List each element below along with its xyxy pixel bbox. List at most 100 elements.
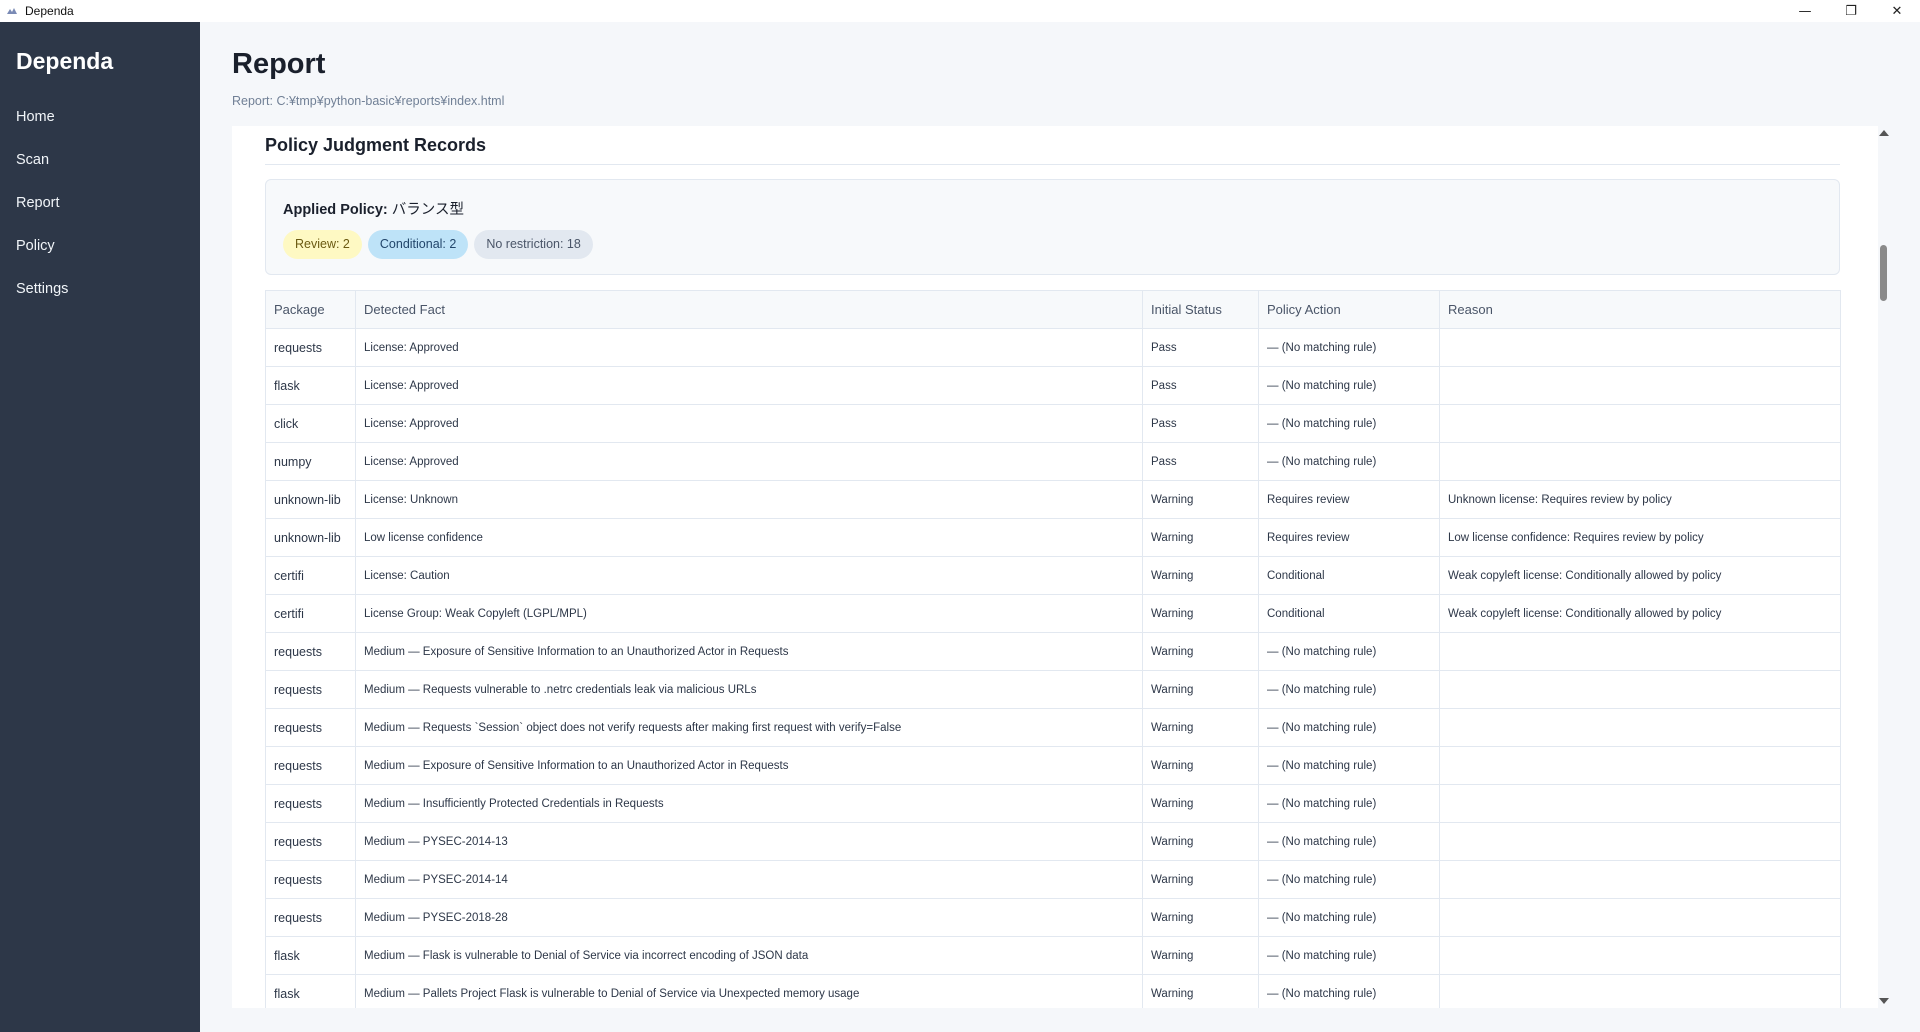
cell-reason: Weak copyleft license: Conditionally all… [1439, 556, 1841, 595]
maximize-button[interactable]: ❐ [1828, 0, 1874, 22]
sidebar-item-home[interactable]: Home [0, 96, 200, 139]
cell-reason [1439, 860, 1841, 899]
cell-initial-status: Warning [1142, 518, 1259, 557]
cell-reason: Unknown license: Requires review by poli… [1439, 480, 1841, 519]
page-title: Report [232, 48, 326, 80]
cell-package: requests [265, 708, 356, 747]
applied-policy: Applied Policy: バランス型 [283, 198, 464, 219]
cell-package: click [265, 404, 356, 443]
report-path: Report: C:¥tmp¥python-basic¥reports¥inde… [232, 94, 505, 108]
cell-detected-fact: Medium — PYSEC-2014-14 [355, 860, 1143, 899]
cell-detected-fact: Medium — PYSEC-2018-28 [355, 898, 1143, 937]
column-header-reason: Reason [1439, 290, 1841, 329]
cell-initial-status: Pass [1142, 442, 1259, 481]
minimize-button[interactable]: — [1782, 0, 1828, 22]
cell-detected-fact: Medium — Flask is vulnerable to Denial o… [355, 936, 1143, 975]
cell-reason [1439, 404, 1841, 443]
cell-initial-status: Pass [1142, 328, 1259, 367]
column-header-package: Package [265, 290, 356, 329]
cell-reason: Weak copyleft license: Conditionally all… [1439, 594, 1841, 633]
sidebar-item-policy[interactable]: Policy [0, 225, 200, 268]
report-content[interactable]: Policy Judgment Records Applied Policy: … [232, 126, 1878, 1008]
table-row: requests Medium — Exposure of Sensitive I… [265, 746, 1841, 785]
cell-policy-action: — (No matching rule) [1258, 708, 1440, 747]
section-divider [265, 164, 1840, 165]
cell-initial-status: Pass [1142, 404, 1259, 443]
cell-detected-fact: License: Approved [355, 366, 1143, 405]
cell-reason [1439, 746, 1841, 785]
scroll-up-arrow-icon[interactable] [1879, 130, 1889, 136]
cell-detected-fact: Medium — Pallets Project Flask is vulner… [355, 974, 1143, 1008]
table-row: unknown-lib License: Unknown Warning Requir… [265, 480, 1841, 519]
cell-detected-fact: License Group: Weak Copyleft (LGPL/MPL) [355, 594, 1143, 633]
sidebar-item-settings[interactable]: Settings [0, 268, 200, 311]
sidebar: Dependa Home Scan Report Policy Settings [0, 22, 200, 1032]
cell-initial-status: Warning [1142, 784, 1259, 823]
sidebar-item-report[interactable]: Report [0, 182, 200, 225]
scrollbar-thumb[interactable] [1880, 245, 1887, 301]
cell-policy-action: — (No matching rule) [1258, 442, 1440, 481]
table-row: requests Medium — Requests vulnerable to … [265, 670, 1841, 709]
cell-package: certifi [265, 556, 356, 595]
window-controls: — ❐ ✕ [1782, 0, 1920, 22]
cell-package: flask [265, 974, 356, 1008]
table-row: flask Medium — Flask is vulnerable to Den… [265, 936, 1841, 975]
table-row: requests Medium — Exposure of Sensitive I… [265, 632, 1841, 671]
cell-policy-action: Requires review [1258, 480, 1440, 519]
cell-reason [1439, 898, 1841, 937]
cell-package: flask [265, 366, 356, 405]
table-row: numpy License: Approved Pass — (No matching… [265, 442, 1841, 481]
cell-policy-action: Conditional [1258, 556, 1440, 595]
brand-title: Dependa [16, 48, 114, 74]
cell-policy-action: — (No matching rule) [1258, 632, 1440, 671]
cell-detected-fact: License: Approved [355, 404, 1143, 443]
main-area: Report Report: C:¥tmp¥python-basic¥repor… [200, 22, 1920, 1032]
cell-package: requests [265, 328, 356, 367]
table-row: flask License: Approved Pass — (No matching… [265, 366, 1841, 405]
cell-initial-status: Warning [1142, 860, 1259, 899]
table-row: requests Medium — Requests `Session` obje… [265, 708, 1841, 747]
column-header-detected-fact: Detected Fact [355, 290, 1143, 329]
applied-policy-box: Applied Policy: バランス型 Review: 2 Conditio… [265, 179, 1840, 275]
cell-initial-status: Warning [1142, 746, 1259, 785]
policy-badges: Review: 2 Conditional: 2 No restriction:… [283, 230, 593, 259]
cell-initial-status: Warning [1142, 708, 1259, 747]
table-row: flask Medium — Pallets Project Flask is v… [265, 974, 1841, 1008]
close-button[interactable]: ✕ [1874, 0, 1920, 22]
cell-reason [1439, 328, 1841, 367]
table-row: unknown-lib Low license confidence Warning… [265, 518, 1841, 557]
cell-initial-status: Warning [1142, 898, 1259, 937]
table-row: requests License: Approved Pass — (No match… [265, 328, 1841, 367]
cell-policy-action: Conditional [1258, 594, 1440, 633]
sidebar-item-scan[interactable]: Scan [0, 139, 200, 182]
table-row: requests Medium — PYSEC-2014-14 Warning — (… [265, 860, 1841, 899]
cell-initial-status: Warning [1142, 936, 1259, 975]
cell-package: certifi [265, 594, 356, 633]
conditional-count-badge: Conditional: 2 [367, 230, 469, 259]
cell-package: requests [265, 822, 356, 861]
cell-reason [1439, 442, 1841, 481]
cell-reason [1439, 822, 1841, 861]
sidebar-nav: Home Scan Report Policy Settings [0, 96, 200, 311]
cell-detected-fact: Medium — PYSEC-2014-13 [355, 822, 1143, 861]
cell-reason [1439, 708, 1841, 747]
cell-detected-fact: Medium — Insufficiently Protected Creden… [355, 784, 1143, 823]
cell-detected-fact: License: Approved [355, 442, 1143, 481]
content-scrollbar[interactable] [1877, 126, 1891, 1008]
cell-package: requests [265, 784, 356, 823]
cell-policy-action: — (No matching rule) [1258, 936, 1440, 975]
window-titlebar: Dependa — ❐ ✕ [0, 0, 1920, 22]
cell-reason [1439, 974, 1841, 1008]
cell-policy-action: — (No matching rule) [1258, 746, 1440, 785]
cell-policy-action: Requires review [1258, 518, 1440, 557]
cell-policy-action: — (No matching rule) [1258, 860, 1440, 899]
scroll-down-arrow-icon[interactable] [1879, 998, 1889, 1004]
column-header-initial-status: Initial Status [1142, 290, 1259, 329]
cell-reason [1439, 670, 1841, 709]
cell-package: requests [265, 632, 356, 671]
cell-detected-fact: Low license confidence [355, 518, 1143, 557]
cell-detected-fact: Medium — Requests vulnerable to .netrc c… [355, 670, 1143, 709]
table-row: requests Medium — Insufficiently Protecte… [265, 784, 1841, 823]
cell-reason [1439, 632, 1841, 671]
cell-initial-status: Warning [1142, 556, 1259, 595]
